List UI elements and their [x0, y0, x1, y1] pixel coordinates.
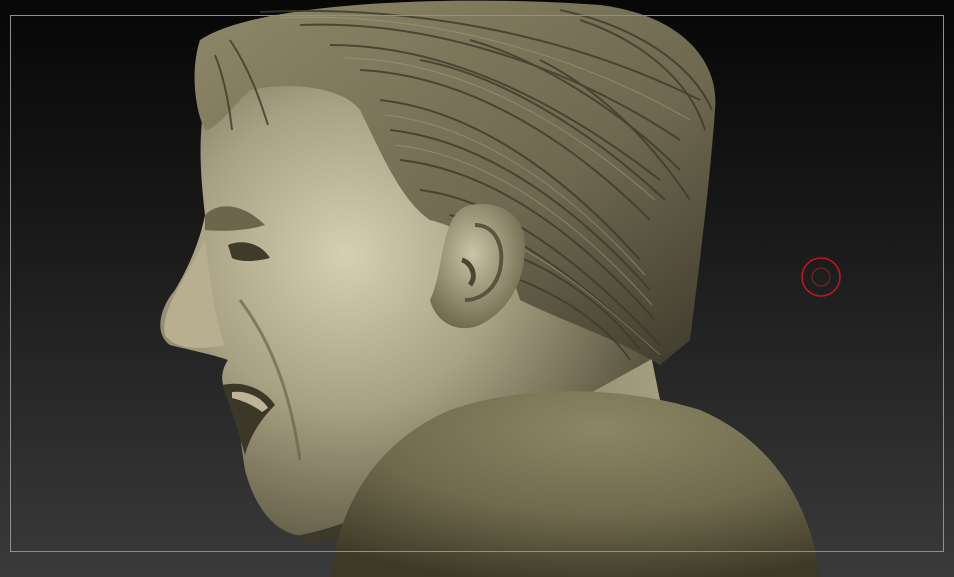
zbrush-canvas[interactable] [0, 0, 954, 577]
brush-cursor-icon[interactable] [800, 256, 842, 298]
